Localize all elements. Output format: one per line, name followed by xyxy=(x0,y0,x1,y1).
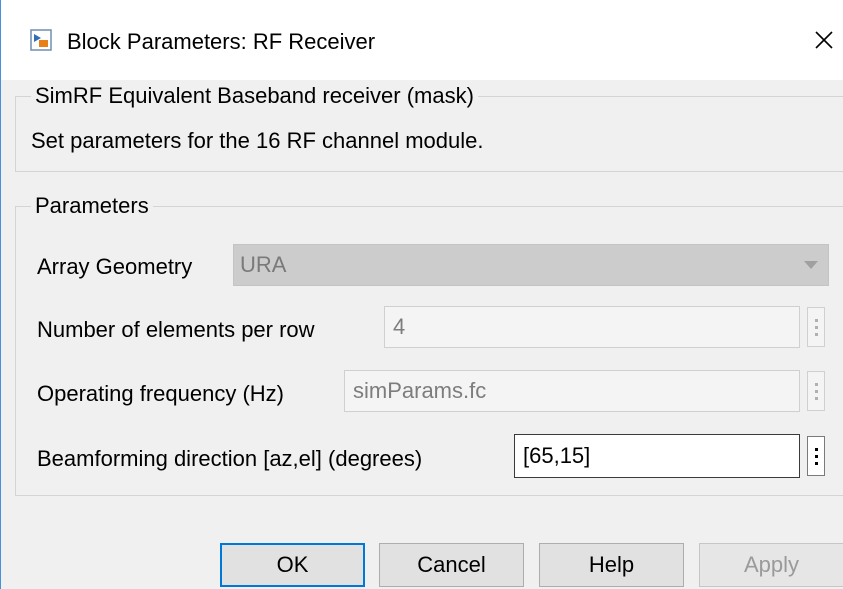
simulink-block-icon xyxy=(30,29,52,51)
apply-button[interactable]: Apply xyxy=(699,543,843,587)
title-bar[interactable]: Block Parameters: RF Receiver xyxy=(1,0,843,80)
beamforming-direction-menu-icon[interactable] xyxy=(807,436,825,476)
ok-button[interactable]: OK xyxy=(220,543,365,587)
operating-frequency-field[interactable]: simParams.fc xyxy=(344,370,800,412)
close-icon xyxy=(815,31,833,49)
cancel-button[interactable]: Cancel xyxy=(379,543,524,587)
mask-description: Set parameters for the 16 RF channel mod… xyxy=(31,128,484,153)
operating-frequency-label: Operating frequency (Hz) xyxy=(37,381,284,406)
elements-per-row-menu-icon[interactable] xyxy=(807,307,825,347)
chevron-down-icon xyxy=(804,261,818,269)
elements-per-row-label: Number of elements per row xyxy=(37,317,315,342)
array-geometry-select[interactable]: URA xyxy=(233,244,829,286)
close-button[interactable] xyxy=(804,14,843,66)
beamforming-direction-label: Beamforming direction [az,el] (degrees) xyxy=(37,446,423,471)
parameters-group-title: Parameters xyxy=(31,193,153,219)
array-geometry-value: URA xyxy=(240,252,287,277)
array-geometry-label: Array Geometry xyxy=(37,254,193,279)
help-button[interactable]: Help xyxy=(539,543,684,587)
operating-frequency-menu-icon[interactable] xyxy=(807,371,825,411)
block-parameters-dialog: Block Parameters: RF Receiver SimRF Equi… xyxy=(0,0,843,589)
beamforming-direction-field[interactable]: [65,15] xyxy=(514,434,800,478)
window-title: Block Parameters: RF Receiver xyxy=(67,29,376,54)
elements-per-row-field[interactable]: 4 xyxy=(384,306,800,348)
mask-group-title: SimRF Equivalent Baseband receiver (mask… xyxy=(31,83,478,109)
